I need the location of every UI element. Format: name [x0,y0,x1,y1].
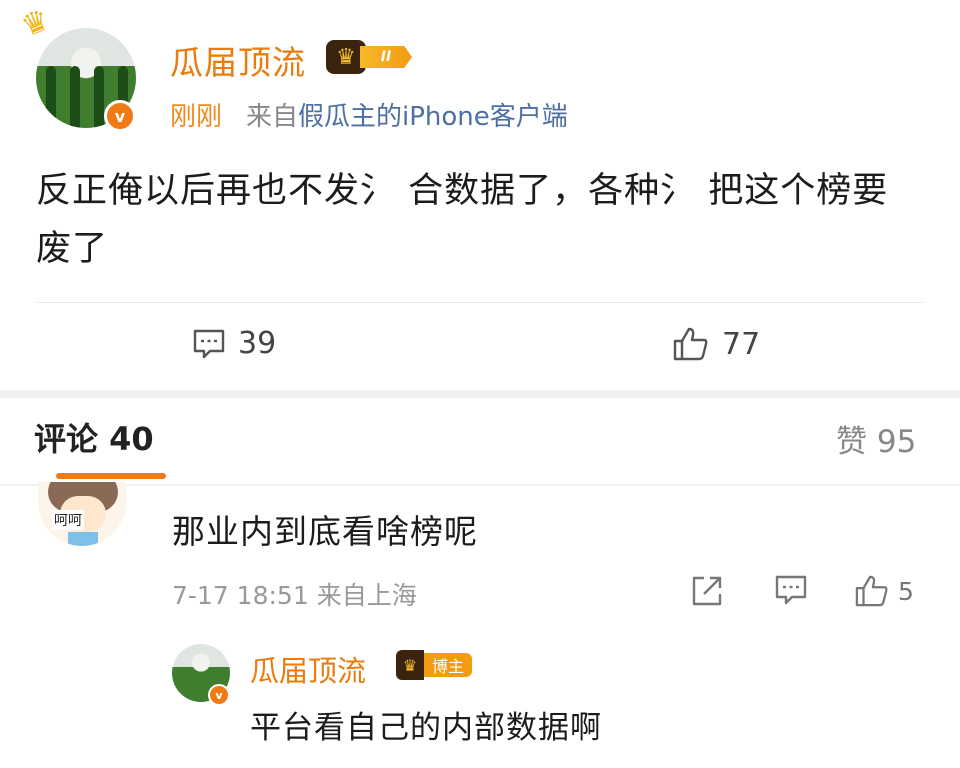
reply-username[interactable]: 瓜届顶流 [250,648,366,690]
share-button[interactable] [690,574,724,608]
verified-mark: v [114,106,126,126]
source-device[interactable]: 假瓜主的iPhone客户端 [298,102,568,132]
crown-icon: ♛ [16,2,55,45]
post-username[interactable]: 瓜届顶流 [170,36,306,84]
verified-mark: v [215,688,223,702]
comment-button[interactable]: 39 [192,326,276,361]
crown-icon: ♛ [396,650,424,680]
reply-badges: ♛ 博主 [396,650,473,680]
level-number: II [360,46,412,68]
divider [36,302,924,303]
tab-comments[interactable]: 评论 40 [34,414,154,460]
reply-button[interactable] [774,574,808,606]
verified-badge: v [208,684,230,706]
comment-location: 来自上海 [316,581,417,610]
commenter-avatar[interactable]: 呵呵 [38,482,126,546]
reply-text: 平台看自己的内部数据啊 [250,710,602,746]
post-source: 来自假瓜主的iPhone客户端 [246,96,568,133]
like-count: 77 [722,326,761,362]
tab-likes[interactable]: 赞 95 [836,416,916,461]
avatar-text: 呵呵 [52,510,84,530]
verified-badge: v [104,100,136,132]
thumbs-up-icon [673,327,708,361]
source-prefix: 来自 [246,102,299,132]
active-tab-indicator [56,473,166,479]
share-icon [692,576,722,606]
like-button[interactable]: 77 [672,326,760,362]
author-badge: 博主 [424,653,473,677]
thumbs-up-icon [855,575,888,607]
comment-meta: 7-17 18:51 来自上海 [172,576,417,612]
comment-count: 39 [238,326,277,361]
comment-text: 那业内到底看啥榜呢 [172,512,478,551]
comment-like-count: 5 [898,576,914,606]
post-timestamp: 刚刚 [170,102,223,132]
comment-icon [775,575,807,605]
comment-time: 7-17 18:51 [172,581,309,610]
comment-icon [193,329,225,358]
section-separator [0,390,960,398]
level-badge: ♛ II [326,40,422,74]
post-text: 反正俺以后再也不发氵 合数据了，各种氵 把这个榜要废了 [36,171,889,269]
comment-like-button[interactable]: 5 [854,574,914,608]
divider [0,484,960,486]
